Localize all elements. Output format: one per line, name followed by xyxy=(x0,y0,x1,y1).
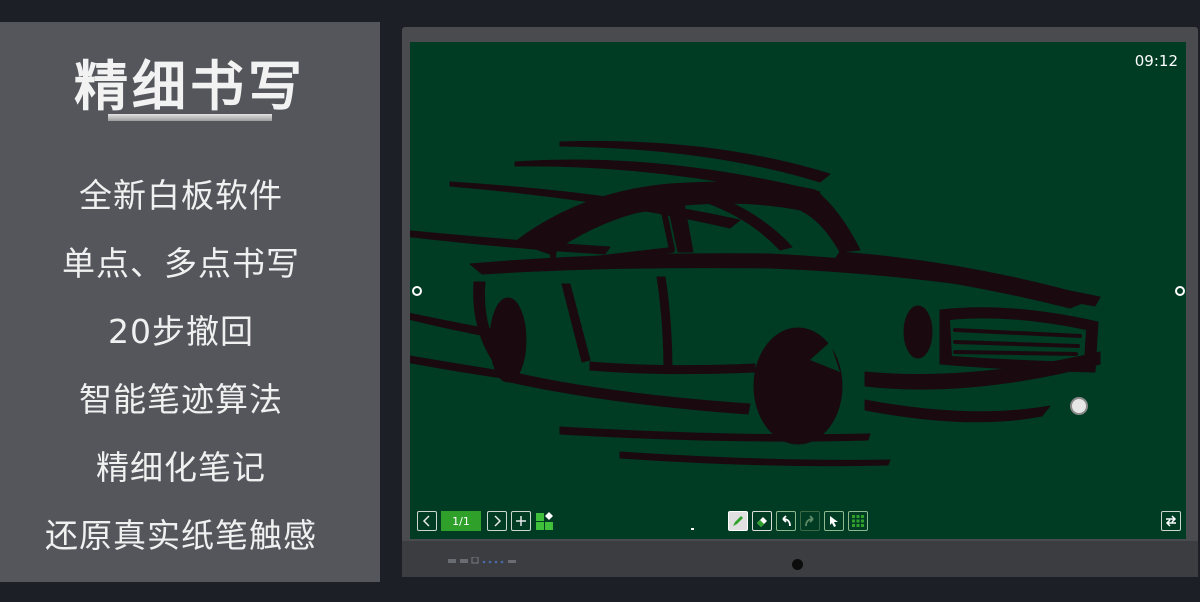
page-indicator[interactable]: 1/1 xyxy=(441,511,481,531)
right-side-handle[interactable] xyxy=(1175,286,1185,296)
feature-item: 还原真实纸笔触感 xyxy=(45,516,317,555)
floating-menu-button[interactable] xyxy=(1070,397,1088,415)
undo-icon xyxy=(782,515,791,527)
left-side-handle[interactable] xyxy=(412,286,422,296)
switch-icon xyxy=(1165,515,1177,527)
add-page-icon xyxy=(516,516,526,526)
page-grid-icon xyxy=(536,512,553,530)
pen-button[interactable] xyxy=(728,511,748,531)
more-tools-button[interactable] xyxy=(848,511,868,531)
select-icon xyxy=(830,516,838,527)
undo-button[interactable] xyxy=(776,511,796,531)
next-page-button[interactable] xyxy=(487,511,507,531)
add-page-button[interactable] xyxy=(511,511,531,531)
cursor-mark xyxy=(691,528,694,530)
prev-page-button[interactable] xyxy=(417,511,437,531)
feature-item: 智能笔迹算法 xyxy=(79,380,283,419)
redo-icon xyxy=(805,515,814,527)
device-ports xyxy=(448,557,516,564)
feature-item: 精细化笔记 xyxy=(96,448,266,487)
switch-button[interactable] xyxy=(1161,511,1181,531)
eraser-button[interactable] xyxy=(752,511,772,531)
chevron-right-icon xyxy=(494,515,502,527)
feature-item: 单点、多点书写 xyxy=(62,244,300,283)
title-underline xyxy=(108,114,272,121)
feature-item: 全新白板软件 xyxy=(79,176,283,215)
more-tools-icon xyxy=(852,515,864,527)
panel-title: 精细书写 xyxy=(74,55,306,118)
page-grid-button[interactable] xyxy=(535,511,555,531)
car-drawing xyxy=(410,140,1101,467)
camera-icon xyxy=(792,559,803,570)
pen-icon xyxy=(733,516,743,526)
whiteboard-screen[interactable]: 09:12 1/1 xyxy=(410,42,1186,539)
redo-button[interactable] xyxy=(800,511,820,531)
eraser-icon xyxy=(757,517,767,527)
feature-item: 20步撤回 xyxy=(108,312,254,351)
chevron-left-icon xyxy=(422,515,430,527)
select-button[interactable] xyxy=(824,511,844,531)
